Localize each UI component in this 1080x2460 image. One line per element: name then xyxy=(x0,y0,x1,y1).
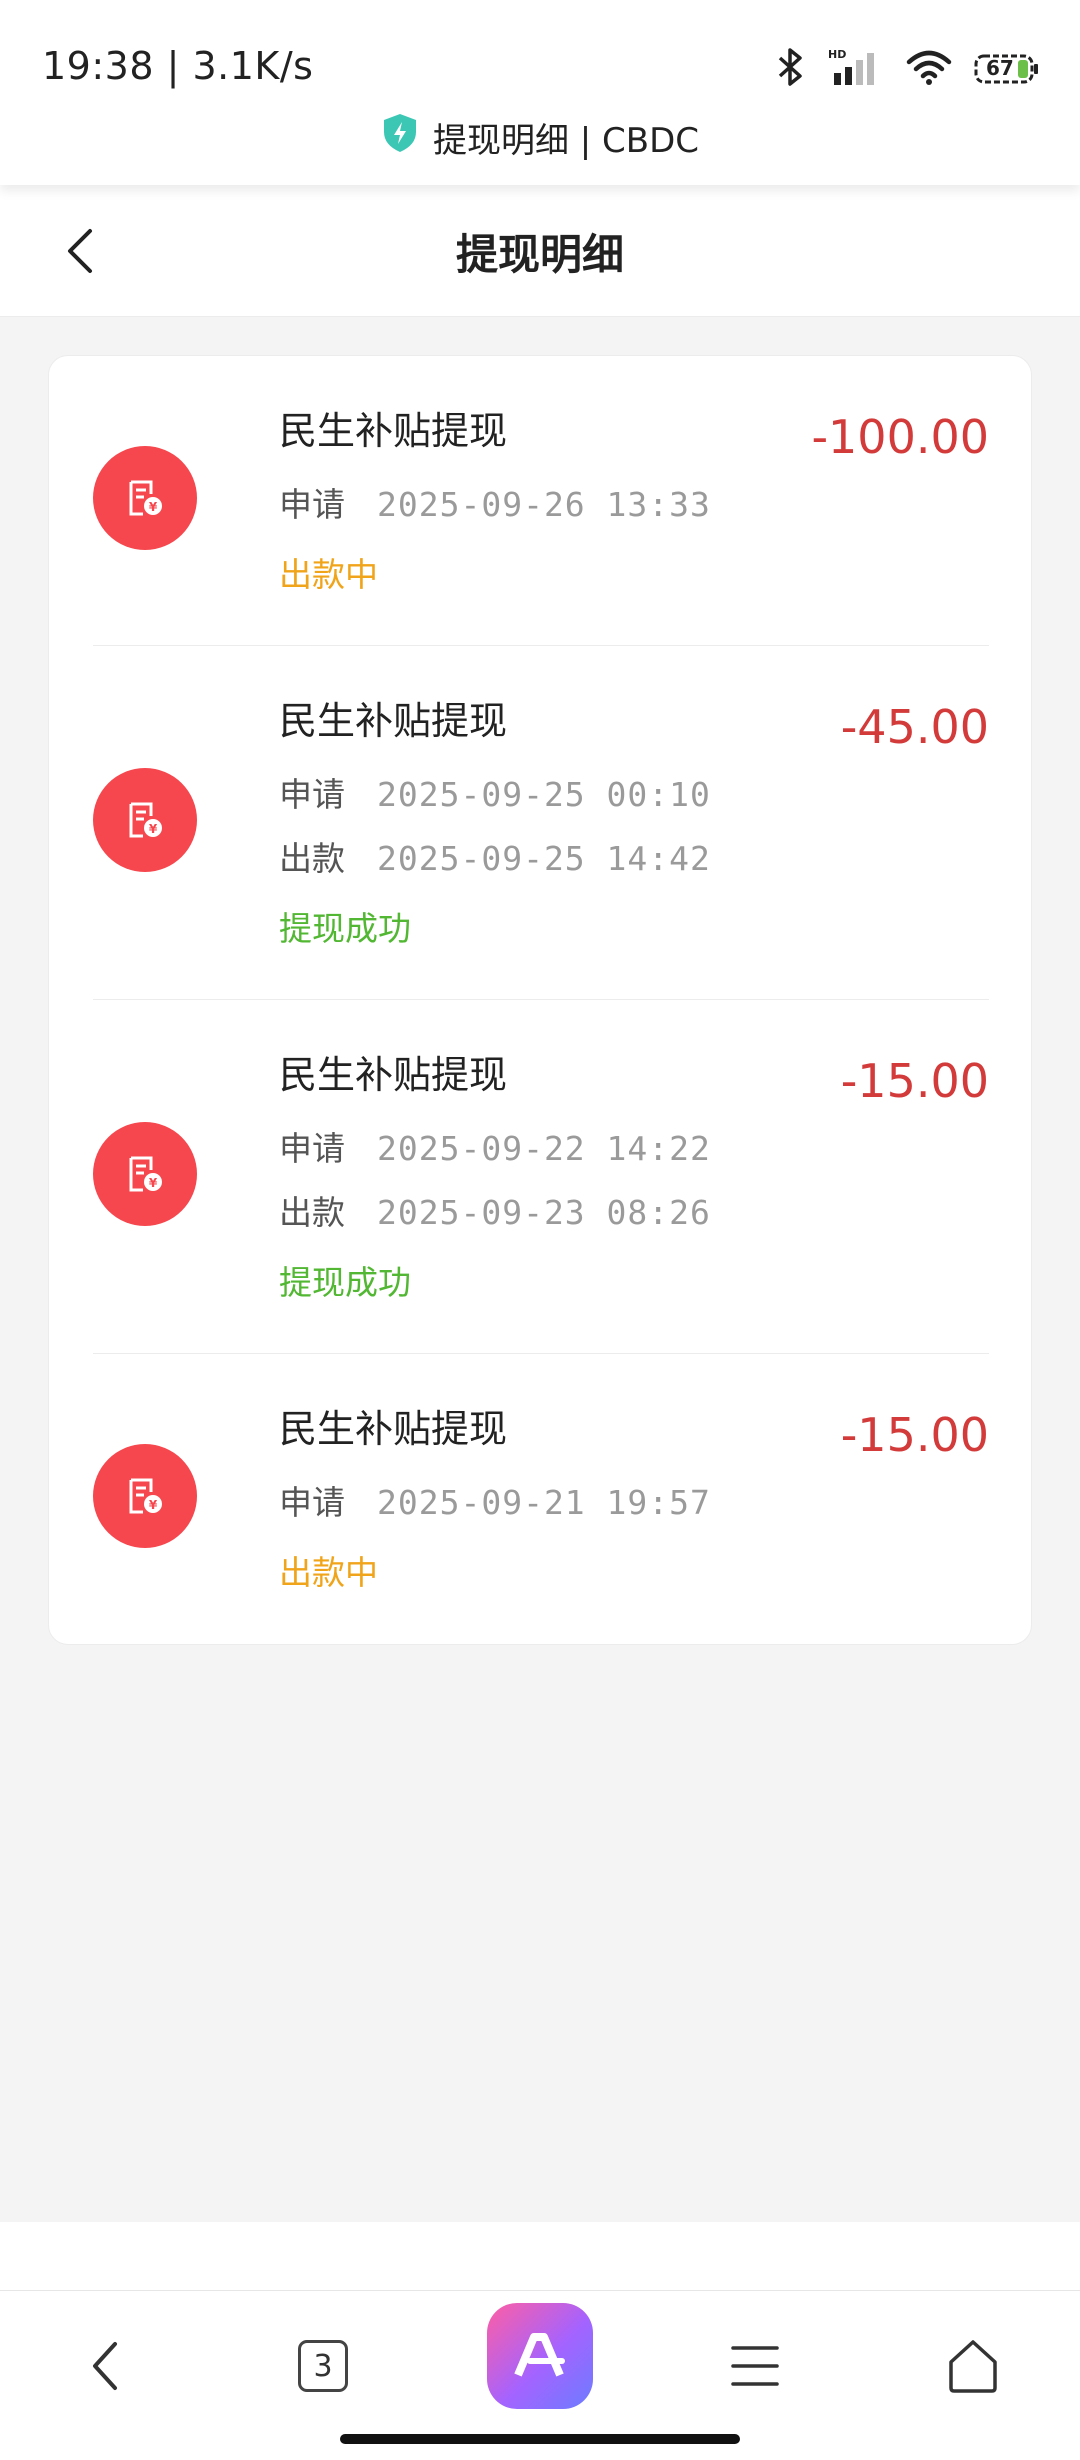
site-title: 提现明细 | CBDC xyxy=(432,120,700,161)
apply-label: 申请 xyxy=(279,485,345,524)
payout-time: 2025-09-23 08:26 xyxy=(377,1193,711,1232)
home-indicator[interactable] xyxy=(340,2434,740,2444)
wifi-icon xyxy=(906,47,952,91)
status-success: 提现成功 xyxy=(279,1263,411,1302)
status-pending: 出款中 xyxy=(279,555,378,594)
record-title: 民生补贴提现 xyxy=(279,1053,508,1097)
payout-label: 出款 xyxy=(279,1193,345,1232)
apply-time-row: 申请 2025-09-25 00:10 xyxy=(279,768,711,816)
bluetooth-icon xyxy=(776,47,806,91)
tabs-icon: 3 xyxy=(298,2340,348,2392)
battery-icon: 67 xyxy=(974,52,1040,86)
record-title: 民生补贴提现 xyxy=(279,409,508,453)
payout-time-row: 出款 2025-09-25 14:42 xyxy=(279,832,711,880)
withdrawal-record[interactable]: ¥ 民生补贴提现 -15.00 申请 2025-09-21 19:57 出款中 xyxy=(93,1354,989,1646)
site-title-bar: 提现明细 | CBDC xyxy=(0,112,1080,162)
ai-assistant-button[interactable] xyxy=(485,2301,595,2411)
payout-time: 2025-09-25 14:42 xyxy=(377,839,711,878)
withdrawal-record[interactable]: ¥ 民生补贴提现 -45.00 申请 2025-09-25 00:10 出款 202… xyxy=(93,646,989,1000)
apply-time-row: 申请 2025-09-21 19:57 xyxy=(279,1476,711,1524)
status-pending: 出款中 xyxy=(279,1553,378,1592)
apply-time-row: 申请 2025-09-22 14:22 xyxy=(279,1122,711,1170)
home-button[interactable] xyxy=(918,2311,1028,2421)
svg-text:¥: ¥ xyxy=(149,822,158,836)
svg-text:HD: HD xyxy=(828,48,846,61)
home-icon xyxy=(949,2340,997,2393)
svg-text:¥: ¥ xyxy=(149,500,158,514)
apply-time: 2025-09-21 19:57 xyxy=(377,1483,711,1522)
browser-bottom-nav: 3 xyxy=(0,2290,1080,2420)
app-header: 提现明细 xyxy=(0,185,1080,317)
tabs-button[interactable]: 3 xyxy=(268,2311,378,2421)
battery-level: 67 xyxy=(986,56,1014,80)
withdrawal-record[interactable]: ¥ 民生补贴提现 -15.00 申请 2025-09-22 14:22 出款 202… xyxy=(93,1000,989,1354)
apply-time-row: 申请 2025-09-26 13:33 xyxy=(279,478,711,526)
page-title: 提现明细 xyxy=(455,230,624,279)
payout-time-row: 出款 2025-09-23 08:26 xyxy=(279,1186,711,1234)
status-time: 19:38 | 3.1K/s xyxy=(42,44,314,88)
shield-icon xyxy=(381,112,419,163)
nav-back-button[interactable] xyxy=(50,2311,160,2421)
payout-label: 出款 xyxy=(279,839,345,878)
back-icon xyxy=(93,2342,117,2390)
apply-label: 申请 xyxy=(279,1129,345,1168)
signal-icon: HD xyxy=(828,47,884,91)
tab-count: 3 xyxy=(313,2348,333,2384)
receipt-icon: ¥ xyxy=(93,768,197,872)
receipt-icon: ¥ xyxy=(93,446,197,550)
apply-time: 2025-09-25 00:10 xyxy=(377,775,711,814)
record-title: 民生补贴提现 xyxy=(279,699,508,743)
menu-icon xyxy=(731,2346,779,2386)
record-amount: -100.00 xyxy=(811,410,989,464)
ai-assistant-icon xyxy=(487,2303,593,2409)
receipt-icon: ¥ xyxy=(93,1122,197,1226)
status-bar: 19:38 | 3.1K/s HD 67 提现明细 | CBDC xyxy=(0,0,1080,185)
record-title: 民生补贴提现 xyxy=(279,1407,508,1451)
record-amount: -15.00 xyxy=(840,1054,989,1108)
withdrawal-record[interactable]: ¥ 民生补贴提现 -100.00 申请 2025-09-26 13:33 出款中 xyxy=(93,356,989,646)
withdrawal-list-card: ¥ 民生补贴提现 -100.00 申请 2025-09-26 13:33 出款中 … xyxy=(48,355,1032,1645)
receipt-icon: ¥ xyxy=(93,1444,197,1548)
status-icons: HD 67 xyxy=(776,44,1040,94)
record-amount: -15.00 xyxy=(840,1408,989,1462)
status-success: 提现成功 xyxy=(279,909,411,948)
svg-text:¥: ¥ xyxy=(149,1498,158,1512)
record-amount: -45.00 xyxy=(840,700,989,754)
apply-time: 2025-09-22 14:22 xyxy=(377,1129,711,1168)
menu-button[interactable] xyxy=(700,2311,810,2421)
apply-label: 申请 xyxy=(279,1483,345,1522)
svg-text:¥: ¥ xyxy=(149,1176,158,1190)
apply-time: 2025-09-26 13:33 xyxy=(377,485,711,524)
apply-label: 申请 xyxy=(279,775,345,814)
